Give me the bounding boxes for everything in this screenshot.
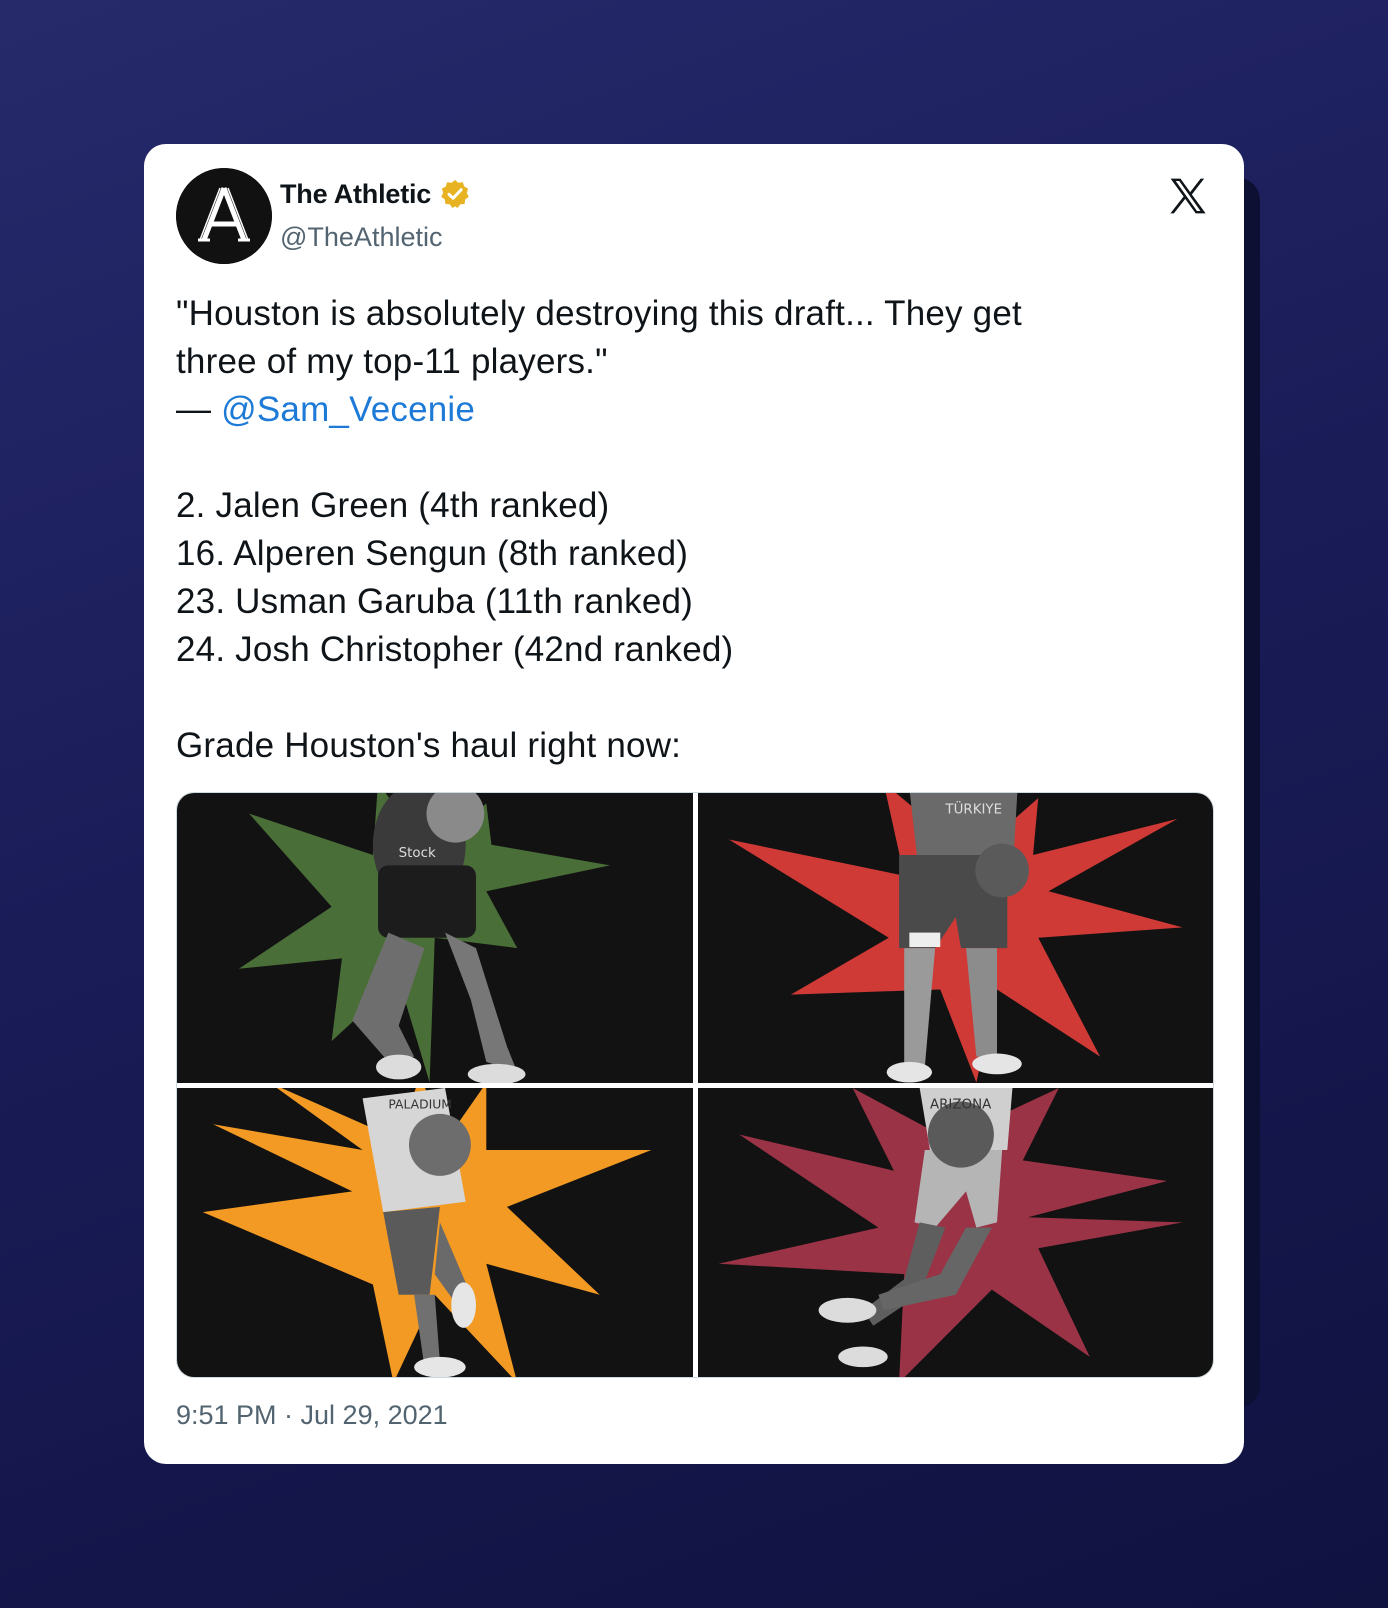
x-logo-icon[interactable] (1166, 174, 1210, 218)
mention-link[interactable]: @Sam_Vecenie (221, 390, 475, 429)
quote-line: "Houston is absolutely destroying this d… (176, 294, 1022, 333)
red-starburst-image: TÜRKIYE (728, 793, 1183, 1083)
media-grid: Stock TÜRKIYE PALADIUM ARIZONA (176, 792, 1214, 1378)
closing-line: Grade Houston's haul right now: (176, 726, 682, 765)
jersey-text: TÜRKIYE (944, 800, 1002, 818)
attribution: — @Sam_Vecenie (176, 386, 1216, 434)
athletic-logo-icon: A (176, 168, 272, 264)
jersey-text: PALADIUM (388, 1097, 452, 1111)
jersey-text: Stock (399, 846, 436, 861)
green-starburst-image: Stock (238, 793, 611, 1083)
author-handle[interactable]: @TheAthletic (280, 222, 442, 253)
author-name[interactable]: The Athletic (280, 179, 431, 210)
verified-badge-icon (441, 180, 469, 208)
author-name-row: The Athletic (280, 178, 471, 210)
orange-starburst-image: PALADIUM (202, 1087, 652, 1377)
tweet-timestamp[interactable]: 9:51 PM · Jul 29, 2021 (176, 1400, 448, 1431)
media-image-3[interactable]: PALADIUM (177, 1087, 693, 1377)
pick-line: 23. Usman Garuba (11th ranked) (176, 582, 694, 621)
attribution-dash: — (176, 390, 222, 429)
pick-line: 2. Jalen Green (4th ranked) (176, 486, 610, 525)
quote-line: three of my top-11 players." (176, 342, 608, 381)
tweet-card: A The Athletic @TheAthletic "Houston is … (144, 144, 1244, 1464)
tweet-text: "Houston is absolutely destroying this d… (176, 290, 1216, 770)
maroon-starburst-image: ARIZONA (718, 1087, 1183, 1377)
media-image-4[interactable]: ARIZONA (697, 1087, 1213, 1377)
pick-line: 16. Alperen Sengun (8th ranked) (176, 534, 689, 573)
pick-line: 24. Josh Christopher (42nd ranked) (176, 630, 734, 669)
media-image-2[interactable]: TÜRKIYE (697, 793, 1213, 1083)
media-image-1[interactable]: Stock (177, 793, 693, 1083)
author-avatar[interactable]: A (176, 168, 272, 264)
jersey-text: ARIZONA (929, 1097, 991, 1112)
